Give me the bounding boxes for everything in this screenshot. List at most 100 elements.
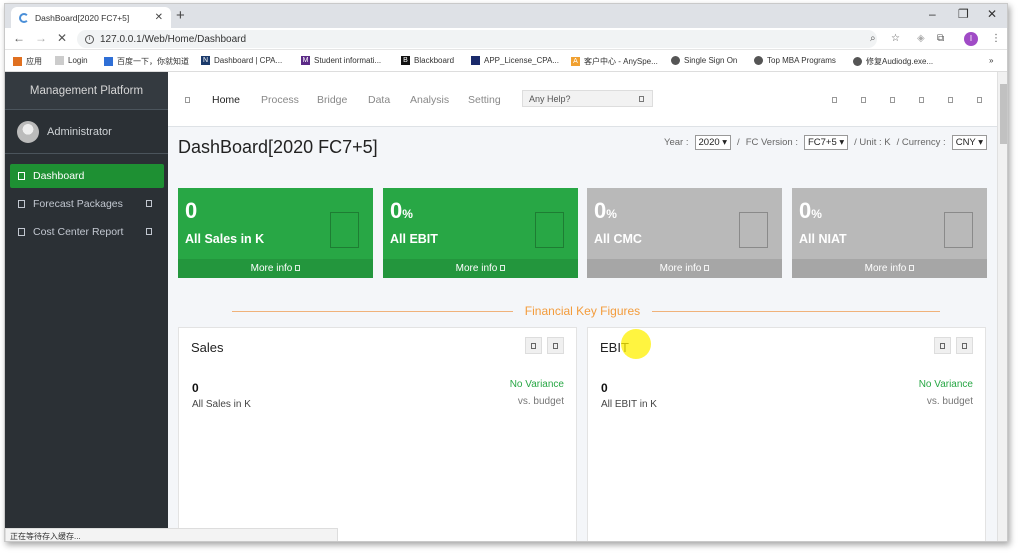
sidebar-item-cost-center-report[interactable]: Cost Center Report [10,220,164,244]
url-input[interactable]: i 127.0.0.1/Web/Home/Dashboard [77,30,877,48]
bookmark-apps[interactable]: 应用 [13,56,42,67]
arrow-circle-icon [500,265,506,271]
extension-icon[interactable]: ◈ [917,33,925,44]
more-bookmarks-icon[interactable]: » [989,56,993,65]
brand-logo[interactable]: Management Platform [5,72,168,110]
search-icon[interactable] [639,96,644,102]
close-tab-icon[interactable]: ✕ [155,12,163,23]
bookmark-sso[interactable]: Single Sign On [671,56,737,65]
n-icon: N [201,56,210,65]
expand-icon [146,228,152,235]
fc-version-label: FC Version : [745,137,798,148]
cursor-highlight [621,329,651,359]
more-info-link[interactable]: More info [178,259,373,278]
browser-tab[interactable]: DashBoard[2020 FC7+5] ✕ [11,7,171,28]
package-icon [18,200,25,208]
stop-icon[interactable]: ✕ [57,31,67,45]
bookmark-app-license[interactable]: APP_License_CPA... [471,56,559,65]
help-search-input[interactable]: Any Help? [522,90,653,107]
year-label: Year : [664,137,689,148]
report-icon [18,228,25,236]
bookmark-login[interactable]: Login [55,56,88,65]
arrow-circle-icon [909,265,915,271]
currency-label: / Currency : [896,137,946,148]
more-info-link[interactable]: More info [792,259,987,278]
nav-data[interactable]: Data [368,94,390,106]
card-chart-icon [739,212,768,248]
panel-subtitle: All EBIT in K [601,399,657,410]
scrollbar-thumb[interactable] [1000,84,1007,144]
close-panel-button[interactable] [547,337,564,354]
close-icon [962,343,967,349]
ebit-panel: EBIT 0 All EBIT in K No Variance vs. bud… [587,327,986,541]
menu-icon[interactable]: ⋮ [991,33,1001,44]
profile-avatar[interactable]: I [964,32,978,46]
tab-strip: DashBoard[2020 FC7+5] ✕ + – ❐ ✕ [5,4,1007,28]
bookmark-mba[interactable]: Top MBA Programs [754,56,836,65]
more-info-link[interactable]: More info [383,259,578,278]
a-icon: A [571,57,580,66]
topbar-icon-2[interactable] [861,97,866,103]
variance-text: No Variance [509,379,564,390]
bookmark-blackboard[interactable]: B Blackboard [401,56,454,65]
close-window-icon[interactable]: ✕ [987,7,997,21]
year-select[interactable]: 2020 ▾ [694,135,732,150]
restore-icon[interactable]: ❐ [958,7,969,21]
globe-icon [671,56,680,65]
sidebar: Management Platform Administrator Dashbo… [5,72,168,541]
minimize-icon[interactable]: – [929,7,936,21]
unit-label: / Unit : K [854,137,891,148]
fc-version-select[interactable]: FC7+5 ▾ [803,135,849,150]
card-all-cmc: 0% All CMC More info [587,188,782,278]
sidebar-item-dashboard[interactable]: Dashboard [10,164,164,188]
forward-icon[interactable]: → [35,31,47,45]
main-content: Home Process Bridge Data Analysis Settin… [168,72,997,541]
translate-icon[interactable]: ⧉ [937,33,944,44]
info-icon[interactable]: i [85,34,94,44]
user-panel[interactable]: Administrator [5,110,168,154]
star-icon[interactable]: ☆ [891,33,900,44]
topbar-icon-4[interactable] [919,97,924,103]
bookmark-baidu[interactable]: 百度一下，你就知道 [104,56,189,67]
topbar-icon-5[interactable] [948,97,953,103]
tab-title: DashBoard[2020 FC7+5] [35,12,130,23]
collapse-button[interactable] [934,337,951,354]
variance-text: No Variance [918,379,973,390]
baidu-icon [104,57,113,66]
currency-select[interactable]: CNY ▾ [951,135,987,150]
back-icon[interactable]: ← [13,31,25,45]
nav-process[interactable]: Process [261,94,299,106]
flag-icon [471,56,480,65]
zoom-icon[interactable]: ⌕ [870,33,876,44]
menu-toggle-icon[interactable] [185,97,190,103]
topbar-icon-6[interactable] [977,97,982,103]
card-all-sales: 0 All Sales in K More info [178,188,373,278]
page-scrollbar[interactable] [997,72,1007,541]
sales-panel: Sales 0 All Sales in K No Variance vs. b… [178,327,577,541]
bookmark-anyspeed[interactable]: A 客户中心 - AnySpe... [571,56,658,67]
new-tab-icon[interactable]: + [176,7,185,24]
collapse-button[interactable] [525,337,542,354]
avatar [17,120,39,143]
panel-value: 0 [601,381,608,395]
nav-bridge[interactable]: Bridge [317,94,347,106]
top-navbar: Home Process Bridge Data Analysis Settin… [168,72,997,127]
topbar-icon-3[interactable] [890,97,895,103]
bookmark-student[interactable]: M Student informati... [301,56,381,65]
vs-budget-text: vs. budget [517,396,564,407]
page-title: DashBoard[2020 FC7+5] [178,137,378,157]
more-info-link[interactable]: More info [587,259,782,278]
bookmark-audiodg[interactable]: 修复Audiodg.exe... [853,56,933,67]
nav-home[interactable]: Home [212,94,240,106]
card-chart-icon [535,212,564,248]
sidebar-item-forecast-packages[interactable]: Forecast Packages [10,192,164,216]
card-value: 0% [799,198,822,223]
nav-setting[interactable]: Setting [468,94,501,106]
bookmark-dashboard[interactable]: N Dashboard | CPA... [201,56,282,65]
topbar-icon-1[interactable] [832,97,837,103]
loading-icon [19,12,29,23]
nav-analysis[interactable]: Analysis [410,94,449,106]
dashboard-icon [18,172,25,180]
url-text: 127.0.0.1/Web/Home/Dashboard [100,33,247,45]
close-panel-button[interactable] [956,337,973,354]
